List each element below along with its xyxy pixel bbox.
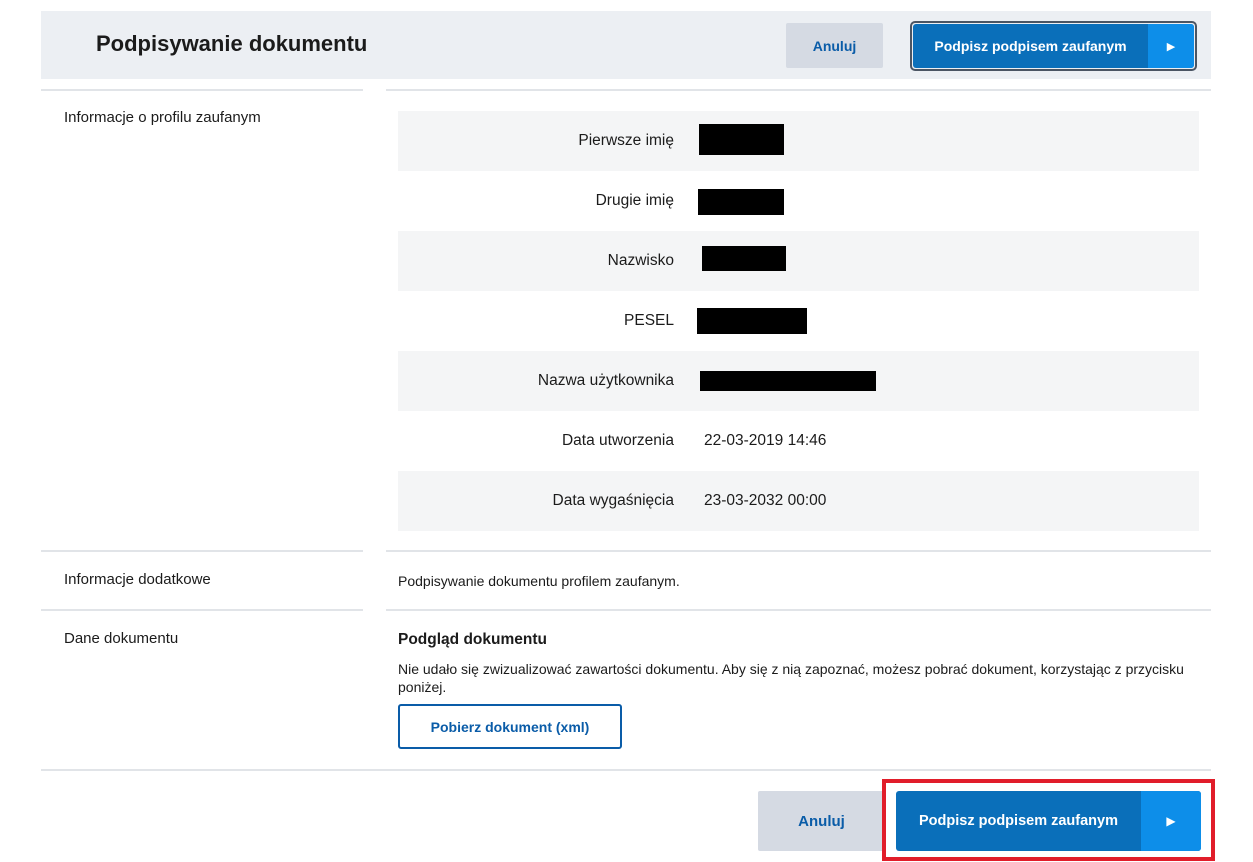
field-value: 23-03-2032 00:00 <box>704 492 827 509</box>
divider <box>386 609 1211 611</box>
redaction-box <box>697 308 807 334</box>
sign-button-label: Podpisz podpisem zaufanym <box>934 38 1127 54</box>
page-header: Podpisywanie dokumentu Anuluj Podpisz po… <box>41 11 1211 79</box>
cancel-button-bottom[interactable]: Anuluj <box>758 791 885 851</box>
field-label: Data wygaśnięcia <box>552 492 674 509</box>
field-label: PESEL <box>624 312 674 329</box>
preview-description: Nie udało się zwizualizować zawartości d… <box>398 661 1184 695</box>
divider <box>41 609 363 611</box>
divider <box>41 550 363 552</box>
redaction-box <box>700 371 876 391</box>
field-row-created: Data utworzenia 22-03-2019 14:46 <box>398 411 1199 471</box>
divider <box>386 89 1211 91</box>
redaction-box <box>702 246 786 271</box>
additional-info-text: Podpisywanie dokumentu profilem zaufanym… <box>398 573 680 589</box>
sign-button-focus-ring: Podpisz podpisem zaufanym ▶ <box>910 21 1197 71</box>
section-label-document: Dane dokumentu <box>64 630 179 647</box>
page-title: Podpisywanie dokumentu <box>96 31 368 56</box>
field-row-username: Nazwa użytkownika <box>398 351 1199 411</box>
field-row-surname: Nazwisko <box>398 231 1199 291</box>
field-row-pesel: PESEL <box>398 291 1199 351</box>
highlight-box <box>882 779 1215 861</box>
field-label: Drugie imię <box>595 192 674 209</box>
cancel-button-top[interactable]: Anuluj <box>786 23 883 68</box>
divider <box>41 769 1211 771</box>
redaction-box <box>699 124 784 155</box>
section-label-profile: Informacje o profilu zaufanym <box>64 109 261 126</box>
field-row-expires: Data wygaśnięcia 23-03-2032 00:00 <box>398 471 1199 531</box>
field-row-first-name: Pierwsze imię <box>398 111 1199 171</box>
redaction-box <box>698 189 784 215</box>
section-label-additional: Informacje dodatkowe <box>64 571 211 588</box>
download-document-button[interactable]: Pobierz dokument (xml) <box>398 704 622 749</box>
field-label: Data utworzenia <box>561 432 674 449</box>
field-label: Nazwa użytkownika <box>537 372 674 389</box>
field-label: Pierwsze imię <box>578 132 674 149</box>
field-label: Nazwisko <box>607 252 674 269</box>
field-value: 22-03-2019 14:46 <box>704 432 827 449</box>
divider <box>386 550 1211 552</box>
field-row-second-name: Drugie imię <box>398 171 1199 231</box>
preview-title: Podgląd dokumentu <box>398 631 547 648</box>
divider <box>41 89 363 91</box>
play-arrow-icon: ▶ <box>1148 24 1194 68</box>
sign-button-top[interactable]: Podpisz podpisem zaufanym ▶ <box>913 24 1194 68</box>
